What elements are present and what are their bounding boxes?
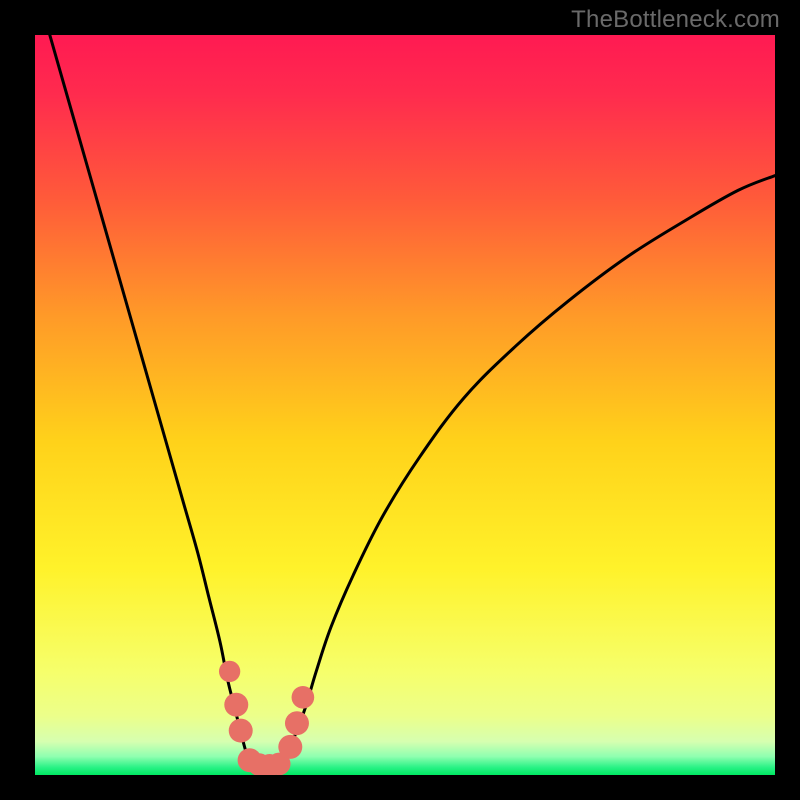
data-marker (278, 735, 302, 759)
data-marker (229, 719, 253, 743)
curve-layer (35, 35, 775, 775)
chart-frame: TheBottleneck.com (0, 0, 800, 800)
data-markers (219, 661, 314, 775)
data-marker (224, 693, 248, 717)
watermark-text: TheBottleneck.com (571, 6, 780, 34)
bottleneck-curve (50, 35, 775, 767)
data-marker (219, 661, 240, 682)
data-marker (285, 711, 309, 735)
data-marker (292, 686, 315, 709)
plot-area (35, 35, 775, 775)
